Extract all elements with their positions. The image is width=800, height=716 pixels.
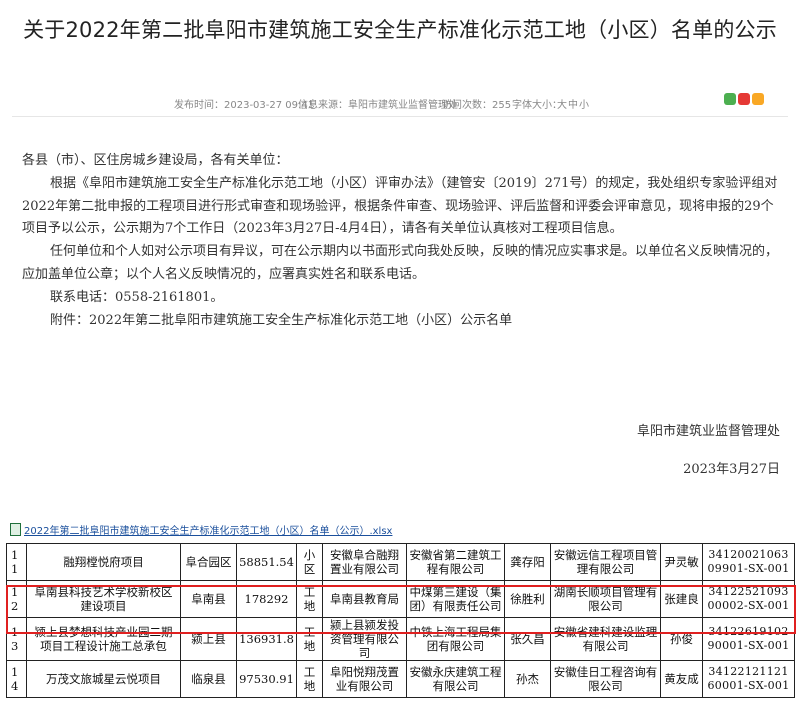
cell-category: 工地 [296,660,323,698]
cell-row-number: 11 [6,543,27,581]
cell-project-manager: 龚存阳 [504,543,551,581]
wechat-icon[interactable] [724,93,736,105]
article-title: 关于2022年第二批阜阳市建筑施工安全生产标准化示范工地（小区）名单的公示 [23,18,777,42]
publish-time: 发布时间：2023-03-27 09:41 [174,100,315,111]
info-source: 信息来源：阜阳市建筑业监督管理处 [298,100,458,111]
cell-area: 97530.91 [236,660,297,698]
excel-file-icon [10,523,21,536]
attachment-link-text[interactable]: 2022年第二批阜阳市建筑施工安全生产标准化示范工地（小区）名单（公示）.xls… [24,526,392,537]
cell-area: 58851.54 [236,543,297,581]
cell-project-name: 万茂文旅城星云悦项目 [26,660,181,698]
table-row: 14 万茂文旅城星云悦项目 临泉县 97530.91 工地 阜阳悦翔茂置业有限公司 安徽永庆… [6,660,795,698]
cell-supervisor: 安徽远信工程项目管理有限公司 [550,543,661,581]
paragraph-basis: 根据《阜阳市建筑施工安全生产标准化示范工地（小区）评审办法》（建管安〔2019〕… [22,175,778,237]
font-size-small-button[interactable]: 小 [579,96,589,111]
cell-project-code: 3412212112160001-SX-001 [702,660,795,698]
view-count: 访问次数：255 [442,100,512,111]
article-body: 各县（市）、区住房城乡建设局，各有关单位： 根据《阜阳市建筑施工安全生产标准化示… [22,150,782,332]
contact-phone: 联系电话：0558-2161801。 [50,289,224,305]
font-size-large-button[interactable]: 大 [557,96,567,111]
table-row: 11 融翔樘悦府项目 阜合园区 58851.54 小区 安徽阜合融翔置业有限公司 安徽省第二… [6,543,795,581]
salutation: 各县（市）、区住房城乡建设局，各有关单位： [22,153,289,168]
font-size-label: 字体大小： [512,100,562,111]
paragraph-objection: 任何单位和个人如对公示项目有异议，可在公示期内以书面形式向我处反映，反映的情况应… [22,244,779,282]
divider [12,116,788,117]
cell-developer: 安徽阜合融翔置业有限公司 [322,543,407,581]
attachment-note: 附件：2022年第二批阜阳市建筑施工安全生产标准化示范工地（小区）公示名单 [50,312,513,328]
cell-contractor: 安徽省第二建筑工程有限公司 [406,543,505,581]
cell-category: 小区 [296,543,323,581]
cell-region: 阜合园区 [180,543,237,581]
cell-project-code: 3412002106309901-SX-001 [702,543,795,581]
cell-region: 临泉县 [180,660,237,698]
cell-project-manager: 孙杰 [504,660,551,698]
cell-chief-supervisor: 黄友成 [660,660,703,698]
signature-date: 2023年3月27日 [683,462,780,477]
qzone-icon[interactable] [752,93,764,105]
weibo-icon[interactable] [738,93,750,105]
cell-contractor: 安徽永庆建筑工程有限公司 [406,660,505,698]
article-meta: 发布时间：2023-03-27 09:41 信息来源：阜阳市建筑业监督管理处 访… [0,96,800,111]
font-size-medium-button[interactable]: 中 [568,96,578,111]
cell-row-number: 14 [6,660,27,698]
signature: 阜阳市建筑业监督管理处 [636,424,780,439]
cell-project-name: 融翔樘悦府项目 [26,543,181,581]
highlight-box [6,585,796,634]
cell-supervisor: 安徽佳日工程咨询有限公司 [550,660,661,698]
attachment-link[interactable]: 2022年第二批阜阳市建筑施工安全生产标准化示范工地（小区）名单（公示）.xls… [10,522,392,537]
cell-developer: 阜阳悦翔茂置业有限公司 [322,660,407,698]
cell-chief-supervisor: 尹灵敏 [660,543,703,581]
